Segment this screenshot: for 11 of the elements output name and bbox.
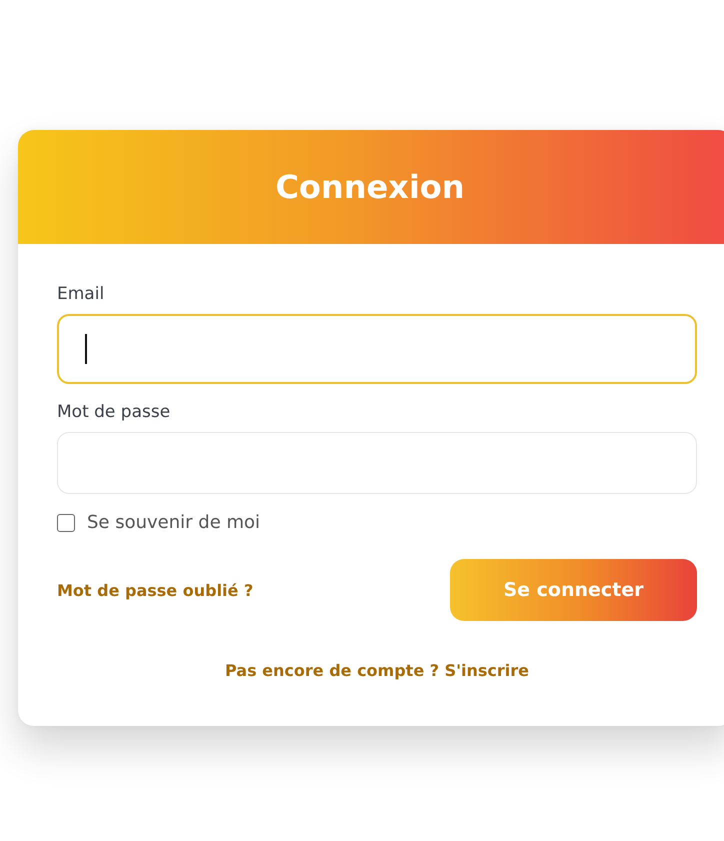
checkbox[interactable] [57, 514, 75, 532]
field-label: Email [57, 284, 106, 304]
input-field[interactable] [57, 432, 697, 494]
input-field[interactable] [57, 314, 697, 384]
login-button[interactable]: Se connecter [450, 559, 697, 621]
card-title: Connexion [275, 168, 465, 206]
signup-link[interactable]: Pas encore de compte ? S'inscrire [224, 661, 530, 680]
forgot-password-link[interactable]: Mot de passe oublié ? [57, 580, 254, 600]
text-caret [85, 334, 87, 364]
field-label: Mot de passe [57, 402, 172, 422]
checkbox-label: Se souvenir de moi [87, 512, 260, 533]
